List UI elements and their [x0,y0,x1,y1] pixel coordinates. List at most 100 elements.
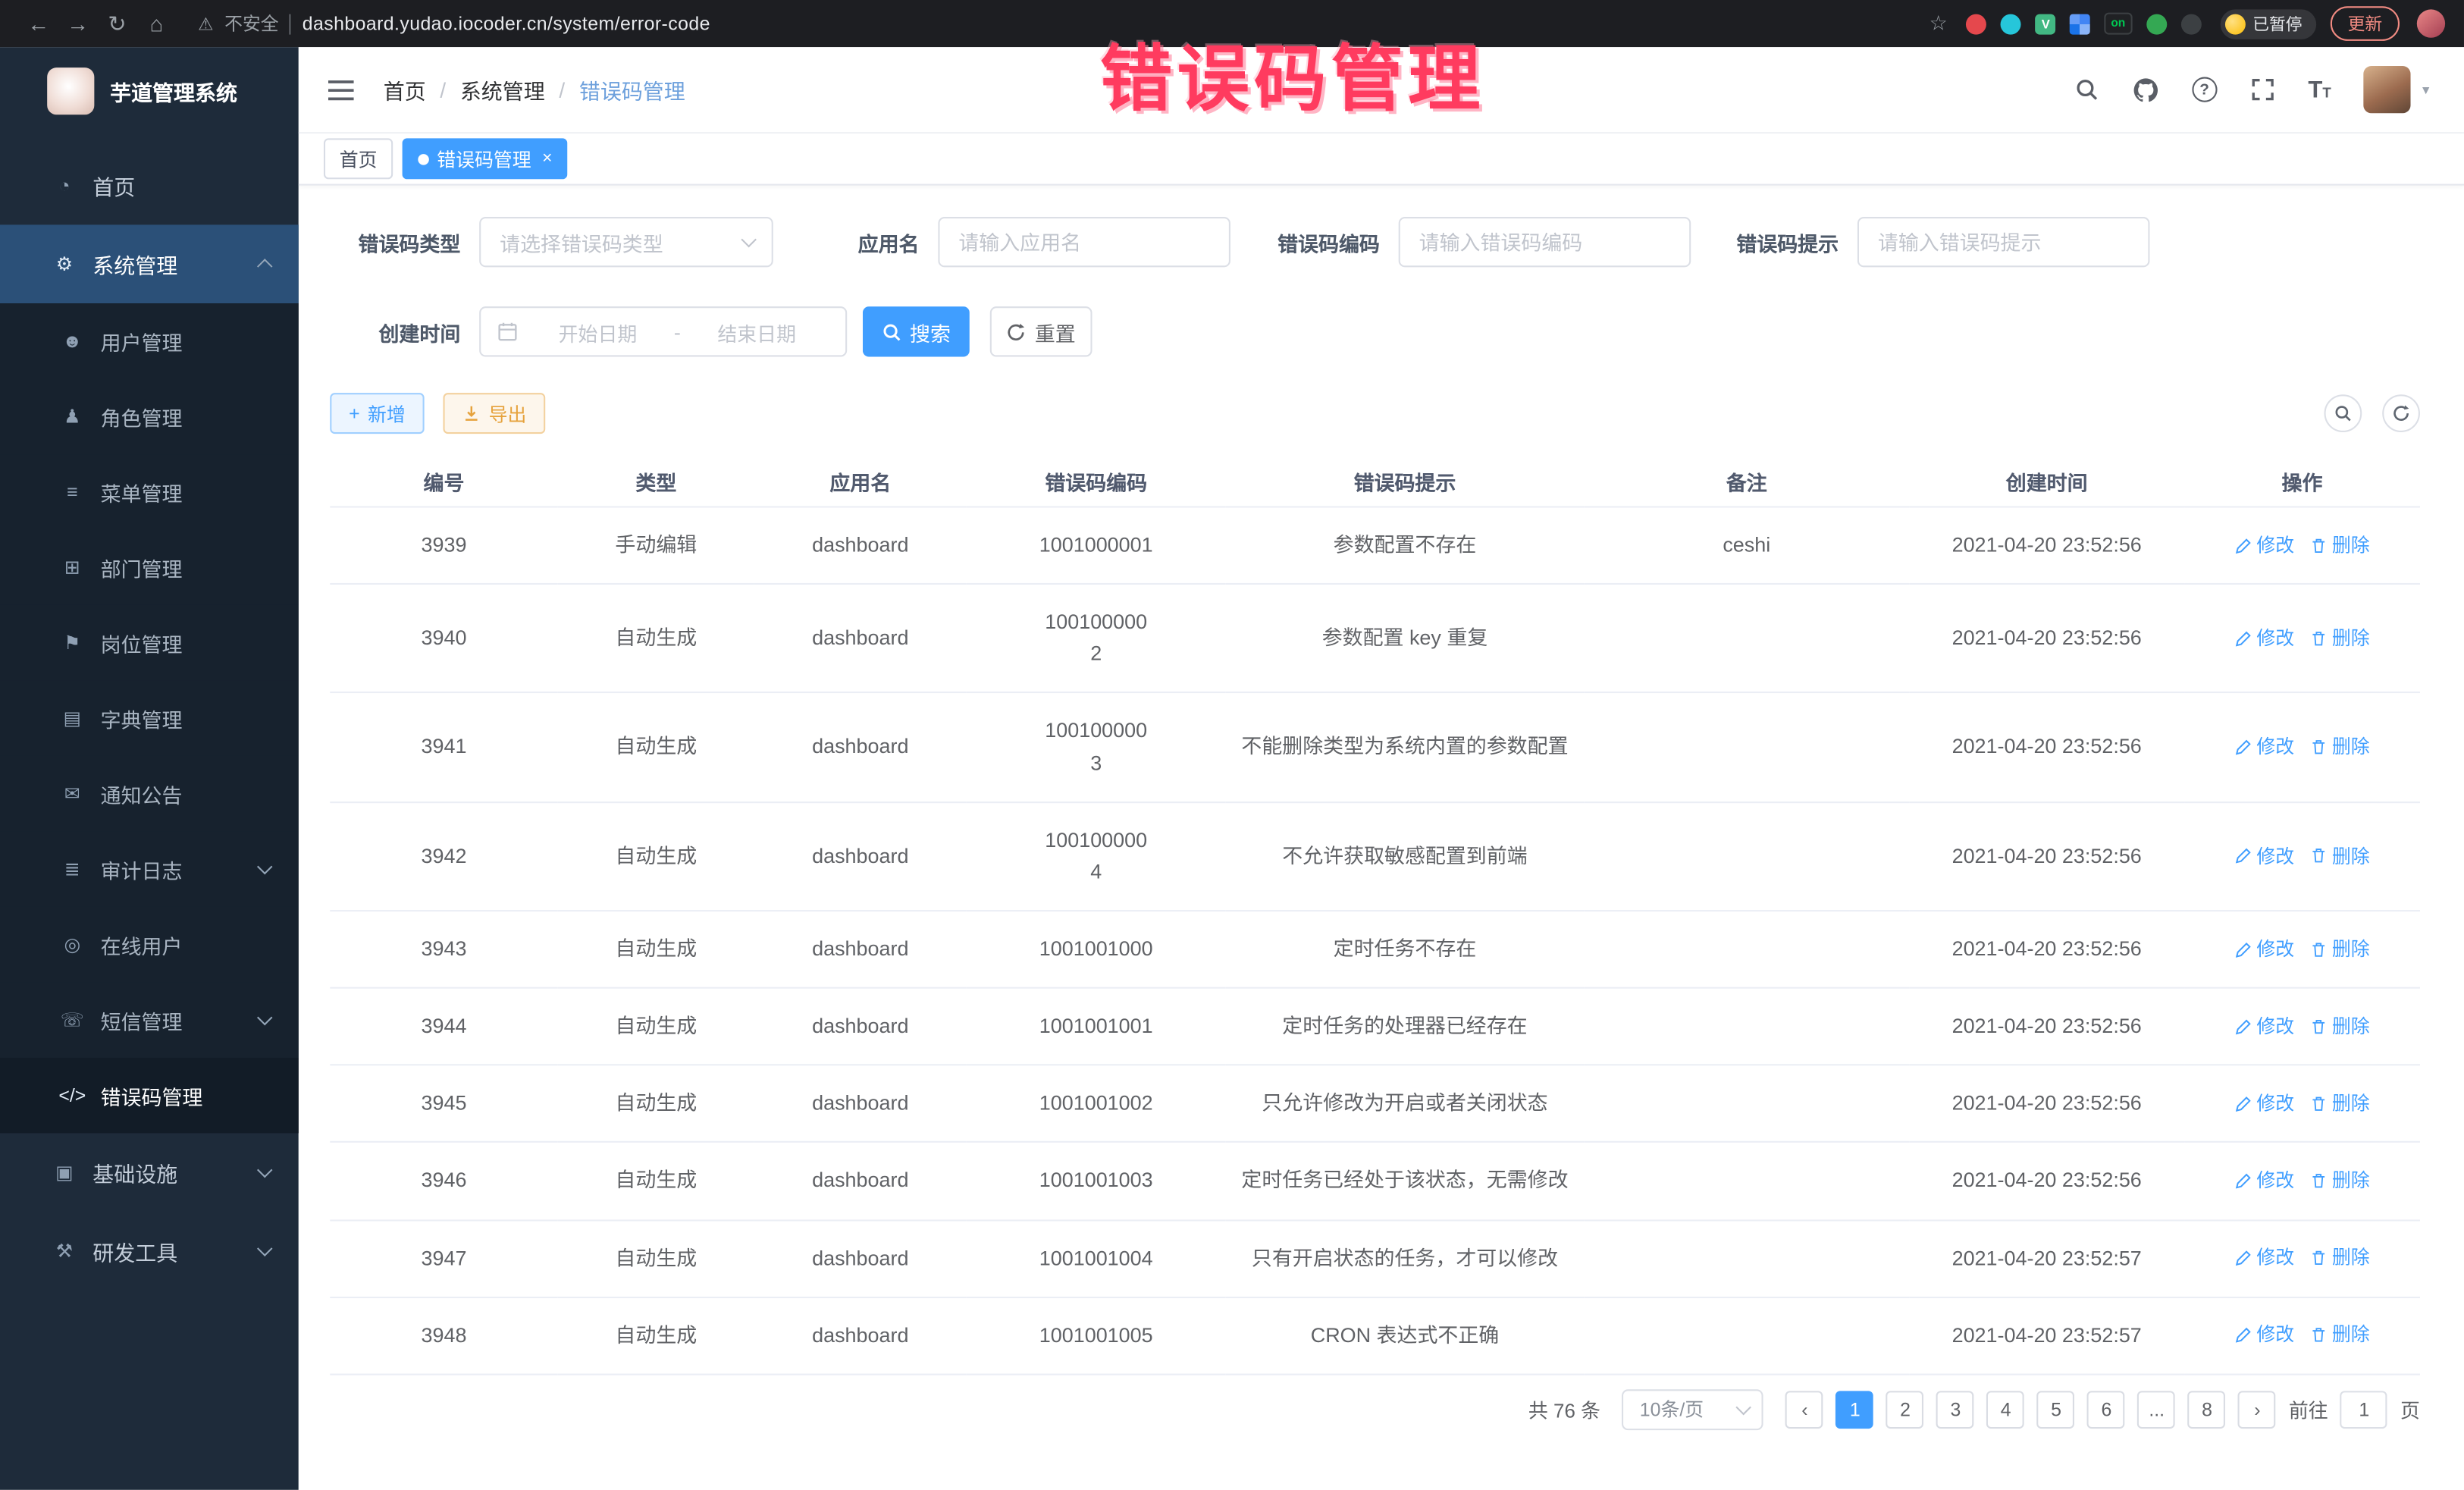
extension-on-badge[interactable]: on [2105,13,2132,34]
page-number-button[interactable]: 8 [2188,1391,2226,1429]
delete-link[interactable]: 删除 [2310,935,2370,965]
sidebar-item[interactable]: ▣ 基础设施 [0,1133,299,1212]
edit-link[interactable]: 修改 [2234,624,2294,654]
edit-link[interactable]: 修改 [2234,1166,2294,1196]
user-avatar[interactable] [2364,66,2411,113]
github-icon[interactable] [2132,77,2158,103]
sidebar-item[interactable]: ◔ 首页 [0,146,299,225]
table-column-header[interactable]: 类型 [558,456,754,507]
prev-page-button[interactable]: ‹ [1786,1391,1824,1429]
address-bar[interactable]: ⚠ 不安全 dashboard.yudao.iocoder.cn/system/… [198,11,710,36]
table-column-header[interactable]: 应用名 [754,456,967,507]
tab[interactable]: 首页 × [324,138,393,179]
bookmark-star-icon[interactable]: ☆ [1930,11,1948,36]
delete-link[interactable]: 删除 [2310,1244,2370,1273]
delete-link[interactable]: 删除 [2310,531,2370,560]
edit-link[interactable]: 修改 [2234,1244,2294,1273]
error-hint-input[interactable] [1857,217,2150,267]
tab[interactable]: 错误码管理 × [403,138,569,179]
breadcrumb-item[interactable]: 首页 / [384,74,460,105]
browser-reload-icon[interactable]: ↻ [98,10,137,36]
delete-link[interactable]: 删除 [2310,1166,2370,1196]
page-number-button[interactable]: 6 [2088,1391,2126,1429]
app-logo[interactable]: 芋道管理系统 [0,47,299,133]
table-column-header[interactable]: 创建时间 [1909,456,2184,507]
sidebar-item[interactable]: ⚙ 系统管理 [0,224,299,303]
date-range-picker[interactable]: 开始日期 - 结束日期 [479,306,847,356]
table-column-header[interactable]: 编号 [330,456,558,507]
font-size-icon[interactable]: TT [2308,78,2331,102]
show-search-toggle-button[interactable] [2324,394,2362,432]
refresh-icon [2392,404,2411,423]
edit-link[interactable]: 修改 [2234,1089,2294,1118]
sidebar-item[interactable]: ☏ 短信管理 [0,982,299,1057]
page-size-select[interactable]: 10条/页 [1622,1389,1764,1430]
edit-link[interactable]: 修改 [2234,1012,2294,1042]
avatar-caret-icon[interactable]: ▾ [2422,81,2429,99]
app-name-input[interactable] [938,217,1230,267]
help-icon[interactable]: ? [2192,77,2217,102]
edit-link[interactable]: 修改 [2234,842,2294,871]
edit-link[interactable]: 修改 [2234,935,2294,965]
sidebar-item[interactable]: ⚑ 岗位管理 [0,605,299,680]
page-number-button[interactable]: 5 [2037,1391,2075,1429]
delete-link[interactable]: 删除 [2310,624,2370,654]
delete-link[interactable]: 删除 [2310,1012,2370,1042]
browser-avatar[interactable] [2417,9,2445,37]
profile-paused-chip[interactable]: 已暂停 [2220,8,2316,38]
reset-button[interactable]: 重置 [990,306,1092,356]
edit-link[interactable]: 修改 [2234,531,2294,560]
sidebar-item[interactable]: ☻ 用户管理 [0,303,299,378]
extension-icon-green[interactable] [2146,14,2166,34]
page-number-button[interactable]: 3 [1937,1391,1975,1429]
sidebar-item[interactable]: ⊞ 部门管理 [0,529,299,604]
table-column-header[interactable]: 备注 [1584,456,1909,507]
delete-link[interactable]: 删除 [2310,1321,2370,1350]
edit-link[interactable]: 修改 [2234,1321,2294,1350]
sidebar-item[interactable]: ≡ 菜单管理 [0,454,299,529]
tab-close-icon[interactable]: × [542,149,552,168]
breadcrumb-item[interactable]: 系统管理 / [460,74,579,105]
breadcrumb-item[interactable]: 错误码管理 / [579,74,685,105]
sidebar-toggle-icon[interactable] [327,78,355,102]
sidebar-item[interactable]: ⚒ 研发工具 [0,1212,299,1291]
table-column-header[interactable]: 错误码编码 [967,456,1226,507]
sidebar-item[interactable]: ▤ 字典管理 [0,680,299,755]
search-icon[interactable] [2074,77,2099,102]
sidebar-item[interactable]: ✉ 通知公告 [0,756,299,831]
sidebar-item[interactable]: </> 错误码管理 [0,1058,299,1133]
sidebar-item[interactable]: ♟ 角色管理 [0,379,299,454]
table-column-header[interactable]: 操作 [2184,456,2420,507]
page-number-button[interactable]: 4 [1987,1391,2025,1429]
browser-forward-icon[interactable]: → [58,11,98,36]
browser-home-icon[interactable]: ⌂ [136,11,176,36]
extension-icon-teal[interactable] [2001,14,2021,34]
error-code-input[interactable] [1399,217,1691,267]
page-number-button[interactable]: ... [2138,1391,2176,1429]
next-page-button[interactable]: › [2238,1391,2276,1429]
page-number-button[interactable]: 2 [1886,1391,1924,1429]
fullscreen-icon[interactable] [2250,77,2275,102]
edit-link[interactable]: 修改 [2234,732,2294,762]
export-button[interactable]: 导出 [444,393,546,434]
goto-page-input[interactable] [2340,1391,2387,1429]
extension-icon-red[interactable] [1967,14,1987,34]
delete-link[interactable]: 删除 [2310,1089,2370,1118]
extension-icon-dark[interactable] [2180,14,2201,34]
refresh-table-button[interactable] [2382,394,2420,432]
table-column-header[interactable]: 错误码提示 [1226,456,1585,507]
sidebar-item[interactable]: ≣ 审计日志 [0,831,299,906]
cell-id: 3947 [330,1221,558,1298]
cell-error-hint: 只有开启状态的任务，才可以修改 [1226,1221,1585,1298]
extension-icon-vue[interactable]: V [2036,14,2056,34]
search-button[interactable]: 搜索 [863,306,970,356]
add-button[interactable]: + 新增 [330,393,424,434]
delete-link[interactable]: 删除 [2310,732,2370,762]
delete-link[interactable]: 删除 [2310,842,2370,871]
page-number-button[interactable]: 1 [1836,1391,1874,1429]
sidebar-item[interactable]: ◎ 在线用户 [0,907,299,982]
extension-icon-grid[interactable] [2070,14,2090,34]
error-type-select[interactable]: 请选择错误码类型 [479,217,773,267]
browser-back-icon[interactable]: ← [19,11,58,36]
browser-update-button[interactable]: 更新 [2331,6,2400,41]
